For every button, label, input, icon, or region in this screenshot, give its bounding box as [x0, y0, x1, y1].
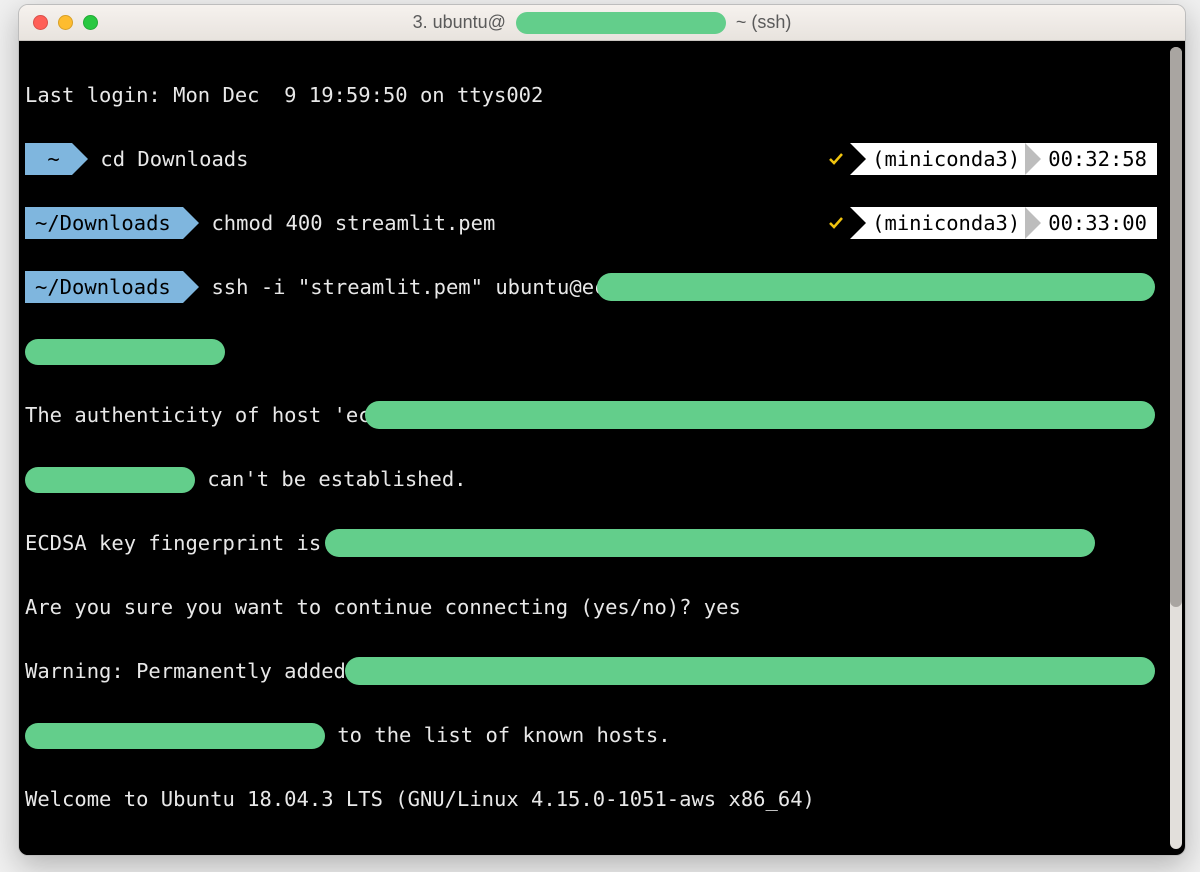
prompt-cmd: chmod 400 streamlit.pem — [199, 211, 495, 235]
prompt-dir: ~/Downloads — [25, 207, 183, 239]
warn-suffix: to the list of known hosts. — [325, 723, 671, 747]
prompt-cmd: ssh -i "streamlit.pem" ubuntu@ec2- — [199, 275, 631, 299]
status-ok-icon — [810, 143, 850, 175]
redacted-text — [25, 339, 225, 365]
redacted-text — [597, 273, 1155, 301]
conda-env: (miniconda3) — [850, 143, 1026, 175]
scrollbar-thumb[interactable] — [1170, 47, 1182, 607]
redacted-text — [325, 529, 1095, 557]
status-ok-icon — [810, 207, 850, 239]
terminal-viewport: Last login: Mon Dec 9 19:59:50 on ttys00… — [19, 41, 1185, 855]
title-suffix: ~ (ssh) — [736, 12, 792, 33]
ecdsa-line: ECDSA key fingerprint is — [25, 531, 334, 555]
conda-env: (miniconda3) — [850, 207, 1026, 239]
title-prefix: 3. ubuntu@ — [413, 12, 506, 33]
prompt-time: 00:33:00 — [1026, 207, 1157, 239]
redacted-text — [345, 657, 1155, 685]
window-title: 3. ubuntu@ ~ (ssh) — [413, 12, 792, 34]
redacted-text — [365, 401, 1155, 429]
welcome-line: Welcome to Ubuntu 18.04.3 LTS (GNU/Linux… — [25, 787, 815, 811]
prompt-dir: ~/Downloads — [25, 271, 183, 303]
last-login: Last login: Mon Dec 9 19:59:50 on ttys00… — [25, 83, 543, 107]
terminal-window: 3. ubuntu@ ~ (ssh) Last login: Mon Dec 9… — [18, 4, 1186, 856]
prompt-time: 00:32:58 — [1026, 143, 1157, 175]
minimize-icon[interactable] — [58, 15, 73, 30]
redacted-text — [25, 467, 195, 493]
prompt-row: ~/Downloads chmod 400 streamlit.pem (mini… — [25, 207, 1159, 239]
zoom-icon[interactable] — [83, 15, 98, 30]
window-controls — [33, 15, 98, 30]
terminal-content[interactable]: Last login: Mon Dec 9 19:59:50 on ttys00… — [19, 41, 1167, 855]
chevron-right-icon — [183, 271, 199, 303]
chevron-right-icon — [183, 207, 199, 239]
prompt-row: ~/Downloads ssh -i "streamlit.pem" ubunt… — [25, 271, 1159, 303]
chevron-right-icon — [72, 143, 88, 175]
warn-prefix: Warning: Permanently added — [25, 659, 358, 683]
prompt-row: ~ cd Downloads (miniconda3)00:32:58 — [25, 143, 1159, 175]
redacted-text — [25, 723, 325, 749]
redacted-host — [516, 12, 726, 34]
auth-line: The authenticity of host 'ec2- — [25, 403, 395, 427]
close-icon[interactable] — [33, 15, 48, 30]
prompt-dir: ~ — [25, 143, 72, 175]
titlebar[interactable]: 3. ubuntu@ ~ (ssh) — [19, 5, 1185, 41]
prompt-cmd: cd Downloads — [88, 147, 248, 171]
confirm-line: Are you sure you want to continue connec… — [25, 595, 741, 619]
auth-cant: can't be established. — [195, 467, 467, 491]
